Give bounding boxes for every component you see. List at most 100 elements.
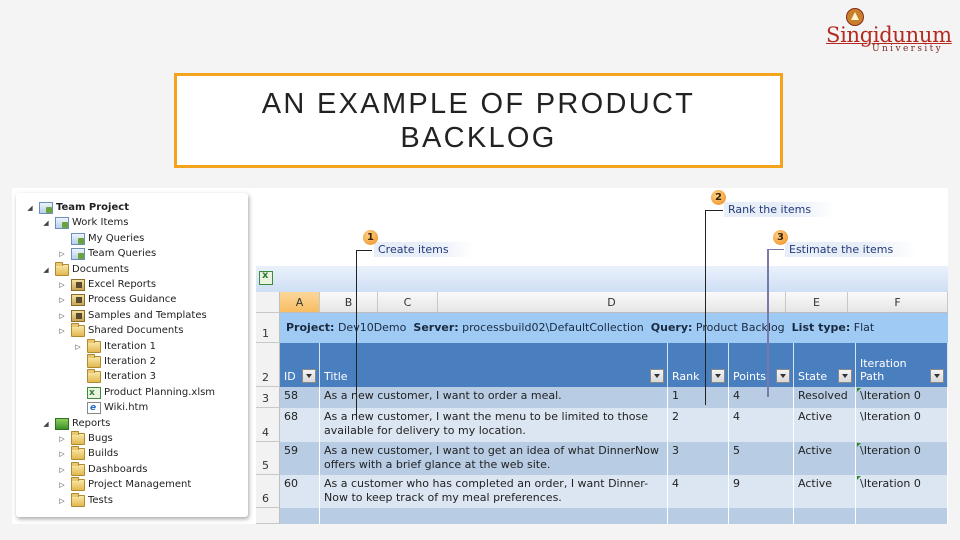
- tree-node[interactable]: ▷ Iteration 1: [74, 338, 156, 354]
- cell-title[interactable]: As a new customer, I want to order a mea…: [320, 387, 668, 408]
- tree-node[interactable]: ◢ Team Project: [26, 201, 129, 215]
- cell-points[interactable]: 4: [729, 408, 794, 442]
- cell-id[interactable]: 60: [280, 475, 320, 508]
- row-header-2[interactable]: 2: [256, 343, 280, 387]
- collapsed-arrow-icon[interactable]: ▷: [58, 312, 66, 320]
- header-state-label: State: [798, 370, 828, 383]
- filter-dropdown-icon[interactable]: [650, 369, 664, 383]
- column-header-f[interactable]: F: [848, 292, 948, 313]
- callout-badge-2: 2: [711, 190, 726, 205]
- tree-node[interactable]: ▷ Team Queries: [58, 247, 156, 261]
- list-type-value: Flat: [853, 321, 875, 334]
- team-explorer-tree: ◢ Team Project ◢ Work Items My Queries ▷ Team …: [16, 193, 248, 517]
- empty-cell[interactable]: [794, 508, 856, 524]
- callout-badge-3: 3: [773, 230, 788, 245]
- tree-node[interactable]: ◢ Work Items: [42, 216, 128, 230]
- cell-rank[interactable]: 3: [668, 442, 729, 475]
- cell-state[interactable]: Active: [794, 442, 856, 475]
- cell-iteration[interactable]: \Iteration 0: [856, 387, 948, 408]
- tree-node[interactable]: ◢ Reports: [42, 417, 110, 431]
- row-header-3[interactable]: 3: [256, 387, 280, 408]
- expanded-arrow-icon[interactable]: ◢: [42, 266, 50, 274]
- cell-state[interactable]: Resolved: [794, 387, 856, 408]
- cell-rank[interactable]: 4: [668, 475, 729, 508]
- collapsed-arrow-icon[interactable]: ▷: [58, 466, 66, 474]
- collapsed-arrow-icon[interactable]: ▷: [58, 296, 66, 304]
- cell-id[interactable]: 59: [280, 442, 320, 475]
- cell-iteration[interactable]: \Iteration 0: [856, 442, 948, 475]
- column-header-d[interactable]: D: [438, 292, 786, 313]
- collapsed-arrow-icon[interactable]: ▷: [58, 450, 66, 458]
- tree-node[interactable]: ▷ Bugs: [58, 431, 113, 446]
- team-queries-icon: [71, 248, 85, 261]
- cell-title[interactable]: As a new customer, I want the menu to be…: [320, 408, 668, 442]
- row-header-7[interactable]: [256, 508, 280, 524]
- column-header-e[interactable]: E: [786, 292, 848, 313]
- cell-iteration[interactable]: \Iteration 0: [856, 475, 948, 508]
- tree-node[interactable]: ◢ Documents: [42, 261, 129, 277]
- collapsed-arrow-icon[interactable]: ▷: [58, 250, 66, 258]
- select-all-corner[interactable]: [256, 292, 280, 313]
- cell-rank[interactable]: 2: [668, 408, 729, 442]
- row-header-1[interactable]: 1: [256, 313, 280, 343]
- column-header-b[interactable]: B: [320, 292, 378, 313]
- tree-node-label: Iteration 1: [104, 340, 156, 352]
- cell-points[interactable]: 4: [729, 387, 794, 408]
- filter-dropdown-icon[interactable]: [711, 369, 725, 383]
- column-header-a[interactable]: A: [280, 292, 320, 313]
- tree-node[interactable]: Wiki.htm: [74, 401, 148, 415]
- cell-iteration[interactable]: \Iteration 0: [856, 408, 948, 442]
- empty-cell[interactable]: [668, 508, 729, 524]
- empty-cell[interactable]: [280, 508, 320, 524]
- cell-state[interactable]: Active: [794, 408, 856, 442]
- server-value: processbuild02\DefaultCollection: [462, 321, 644, 334]
- tree-node[interactable]: ▷ Excel Reports: [58, 278, 156, 292]
- empty-cell[interactable]: [320, 508, 668, 524]
- cell-rank[interactable]: 1: [668, 387, 729, 408]
- expanded-arrow-icon[interactable]: ◢: [42, 420, 50, 428]
- row-header-4[interactable]: 4: [256, 408, 280, 442]
- tree-node[interactable]: ▷ Shared Documents: [58, 323, 183, 338]
- collapsed-arrow-icon[interactable]: ▷: [58, 327, 66, 335]
- empty-cell[interactable]: [729, 508, 794, 524]
- collapsed-arrow-icon[interactable]: ▷: [58, 481, 66, 489]
- excel-icon[interactable]: [259, 270, 273, 285]
- expanded-arrow-icon[interactable]: ◢: [26, 204, 34, 212]
- filter-dropdown-icon[interactable]: [838, 369, 852, 383]
- collapsed-arrow-icon[interactable]: ▷: [74, 343, 82, 351]
- callout-1-leader-tick: [356, 250, 372, 251]
- cell-id[interactable]: 68: [280, 408, 320, 442]
- cell-title[interactable]: As a new customer, I want to get an idea…: [320, 442, 668, 475]
- filter-dropdown-icon[interactable]: [302, 369, 316, 383]
- tree-node[interactable]: Product Planning.xlsm: [74, 386, 215, 400]
- tree-node[interactable]: ▷ Process Guidance: [58, 293, 176, 307]
- tree-node[interactable]: ▷ Samples and Templates: [58, 309, 207, 323]
- tree-node[interactable]: ▷ Tests: [58, 492, 113, 508]
- cell-id[interactable]: 58: [280, 387, 320, 408]
- cell-points[interactable]: 9: [729, 475, 794, 508]
- collapsed-arrow-icon[interactable]: ▷: [58, 497, 66, 505]
- collapsed-arrow-icon[interactable]: ▷: [58, 281, 66, 289]
- tree-node[interactable]: ▷ Dashboards: [58, 461, 147, 477]
- row-header-5[interactable]: 5: [256, 442, 280, 475]
- filter-dropdown-icon[interactable]: [776, 369, 790, 383]
- tree-node[interactable]: Iteration 2: [74, 354, 156, 369]
- query-label: Query:: [650, 321, 693, 334]
- column-header-c[interactable]: C: [378, 292, 438, 313]
- expanded-arrow-icon[interactable]: ◢: [42, 219, 50, 227]
- row-header-6[interactable]: 6: [256, 475, 280, 508]
- empty-cell[interactable]: [856, 508, 948, 524]
- cell-state[interactable]: Active: [794, 475, 856, 508]
- cell-points[interactable]: 5: [729, 442, 794, 475]
- tree-node[interactable]: My Queries: [58, 232, 144, 246]
- tree-node[interactable]: ▷ Project Management: [58, 477, 191, 492]
- tree-node[interactable]: Iteration 3: [74, 369, 156, 384]
- filter-dropdown-icon[interactable]: [930, 369, 944, 383]
- tree-node[interactable]: ▷ Builds: [58, 446, 118, 461]
- cell-title[interactable]: As a customer who has completed an order…: [320, 475, 668, 508]
- tree-node-label: Tests: [88, 494, 113, 506]
- collapsed-arrow-icon[interactable]: ▷: [58, 435, 66, 443]
